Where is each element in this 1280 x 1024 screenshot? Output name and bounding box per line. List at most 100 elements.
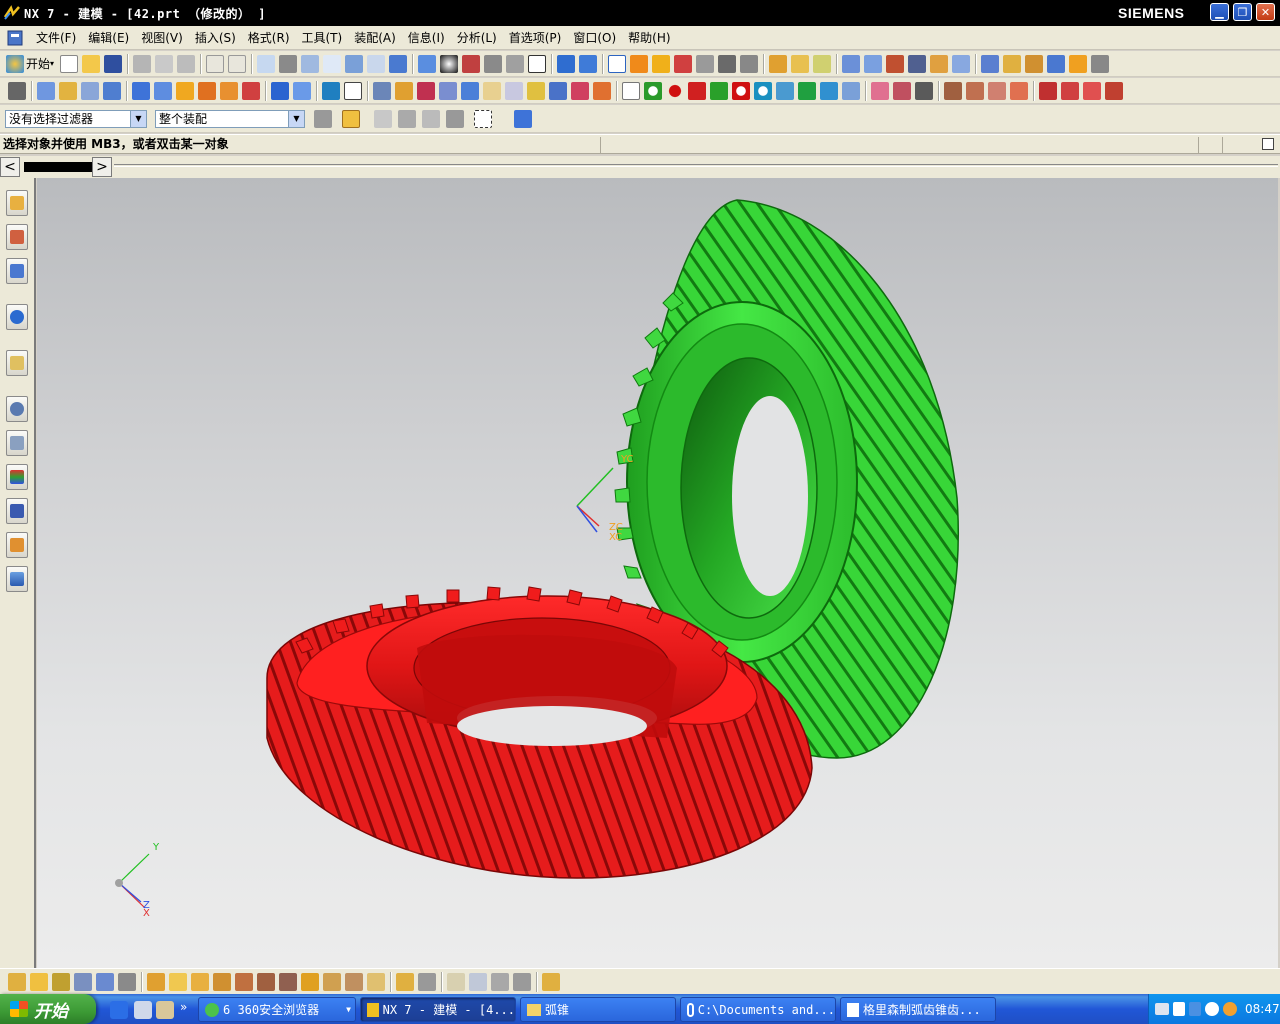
menu-file[interactable]: 文件(F) (30, 28, 82, 48)
redo-icon[interactable] (228, 54, 247, 73)
network-icon[interactable] (1189, 1002, 1201, 1016)
menu-insert[interactable]: 插入(S) (189, 28, 242, 48)
draft-analysis-icon[interactable] (908, 54, 927, 73)
key-icon[interactable] (418, 972, 436, 991)
selection-intent-icon[interactable] (374, 110, 392, 128)
menu-format[interactable]: 格式(R) (242, 28, 296, 48)
clock[interactable]: 08:47 (1245, 1002, 1280, 1016)
shading-icon[interactable] (440, 54, 459, 73)
sprocket-icon[interactable] (842, 81, 860, 100)
constraint-add-icon[interactable] (213, 972, 231, 991)
web-browser-tab[interactable] (6, 350, 28, 376)
select-feature-icon[interactable] (446, 110, 464, 128)
sequence-icon[interactable] (323, 972, 341, 991)
hole-icon[interactable] (322, 81, 340, 100)
intersect-icon[interactable] (220, 81, 238, 100)
roles-tab[interactable] (6, 498, 28, 524)
start-menu-button[interactable]: 开始 ▾ (0, 54, 58, 73)
menu-tools[interactable]: 工具(T) (296, 28, 349, 48)
shaded-edges-icon[interactable] (462, 54, 481, 73)
tab-active-part[interactable] (24, 162, 92, 172)
taskbar-button-nx[interactable]: NX 7 - 建模 - [4... (360, 997, 516, 1022)
view-section-icon[interactable] (469, 972, 487, 991)
desktop-quicklaunch-icon[interactable] (134, 1001, 152, 1019)
clearance-icon[interactable] (1091, 54, 1110, 73)
help-icon[interactable] (1173, 1002, 1185, 1016)
menu-assembly[interactable]: 装配(A) (348, 28, 402, 48)
select-icon[interactable] (557, 54, 576, 73)
fit-view-icon[interactable] (257, 54, 276, 73)
offset-face-icon[interactable] (527, 81, 545, 100)
chevron-down-icon[interactable]: ▼ (130, 111, 146, 127)
nut-icon[interactable] (798, 81, 816, 100)
save-icon[interactable] (104, 54, 123, 73)
close-button[interactable]: ✕ (1256, 3, 1275, 21)
palettes-tab[interactable] (6, 566, 28, 592)
keyboard-icon[interactable] (1155, 1003, 1169, 1015)
replace-component-icon[interactable] (279, 972, 297, 991)
menu-window[interactable]: 窗口(O) (567, 28, 622, 48)
select-body-icon[interactable] (514, 110, 532, 128)
trim-body-icon[interactable] (242, 81, 260, 100)
midpoint-icon[interactable] (652, 54, 671, 73)
document-icon[interactable] (6, 29, 24, 47)
reference-set-icon[interactable] (118, 972, 136, 991)
general-selection-icon[interactable] (314, 110, 332, 128)
point-icon[interactable] (622, 81, 640, 100)
new-file-icon[interactable] (60, 54, 79, 73)
offset-curve-icon[interactable] (944, 81, 962, 100)
component-array-icon[interactable] (257, 972, 275, 991)
quicklaunch-overflow-icon[interactable]: » (180, 1000, 187, 1014)
face-analysis-icon[interactable] (864, 54, 883, 73)
section-analysis-icon[interactable] (952, 54, 971, 73)
split-body-icon[interactable] (571, 81, 589, 100)
emboss-icon[interactable] (593, 81, 611, 100)
edge-blend-icon[interactable] (373, 81, 391, 100)
measure-body-icon[interactable] (813, 54, 832, 73)
process-studio-tab[interactable] (6, 464, 28, 490)
cut-icon[interactable] (133, 54, 152, 73)
deviation-icon[interactable] (886, 54, 905, 73)
curve-icon[interactable] (871, 81, 889, 100)
app-quicklaunch-icon[interactable] (156, 1001, 174, 1019)
taskbar-button-folder[interactable]: 弧锥 (520, 997, 676, 1022)
tube-icon[interactable] (103, 81, 121, 100)
scope-filter-dropdown[interactable]: 整个装配 ▼ (155, 110, 305, 128)
shell-icon[interactable] (417, 81, 435, 100)
tab-next-button[interactable]: > (92, 157, 112, 177)
unite-icon[interactable] (176, 81, 194, 100)
rotate-icon[interactable] (345, 54, 364, 73)
interference-icon[interactable] (367, 972, 385, 991)
spline-icon[interactable] (893, 81, 911, 100)
undo-icon[interactable] (206, 54, 225, 73)
wave-linker-icon[interactable] (345, 972, 363, 991)
background-icon[interactable] (528, 54, 547, 73)
perspective-icon[interactable] (389, 54, 408, 73)
history-tab[interactable] (6, 396, 28, 422)
assembly-navigator-icon[interactable] (981, 54, 1000, 73)
mate-component-icon[interactable] (1025, 54, 1044, 73)
quadrant-icon[interactable] (740, 54, 759, 73)
zoom-window-icon[interactable] (367, 54, 386, 73)
exploded-view-icon[interactable] (1069, 54, 1088, 73)
measure-distance-icon[interactable] (769, 54, 788, 73)
select-edge-icon[interactable] (422, 110, 440, 128)
graphics-viewport[interactable]: YC ZC XC Y Z X (37, 178, 1278, 968)
thicken-icon[interactable] (505, 81, 523, 100)
inspect-icon[interactable] (513, 972, 531, 991)
paste-icon[interactable] (177, 54, 196, 73)
menu-help[interactable]: 帮助(H) (622, 28, 676, 48)
move-icon[interactable] (579, 54, 598, 73)
copy-icon[interactable] (155, 54, 174, 73)
part-navigator-tab[interactable] (6, 258, 28, 284)
minimize-button[interactable]: ▁ (1210, 3, 1229, 21)
link-icon[interactable] (74, 972, 92, 991)
gear-model-canvas[interactable]: YC ZC XC Y Z X (37, 178, 1278, 968)
box-icon[interactable] (271, 81, 289, 100)
trim-curve-icon[interactable] (1039, 81, 1057, 100)
intersect-curve-icon[interactable] (1010, 81, 1028, 100)
spline-gear-icon[interactable] (820, 81, 838, 100)
taskbar-button-browser[interactable]: 6 360安全浏览器 ▼ (198, 997, 356, 1022)
taskbar-button-document[interactable]: 格里森制弧齿锥齿... (840, 997, 996, 1022)
constraint-navigator-tab[interactable] (6, 224, 28, 250)
